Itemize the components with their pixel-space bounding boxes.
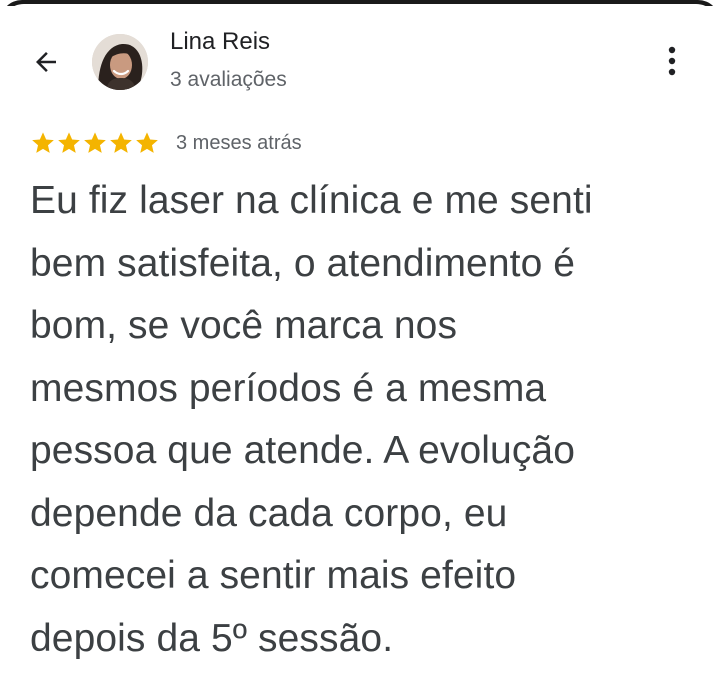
star-icon (110, 132, 132, 153)
star-icon (136, 132, 158, 153)
avatar-photo (92, 34, 148, 90)
review-screen: Lina Reis 3 avaliações 3 meses atrás Eu … (0, 0, 720, 696)
star-icon (84, 132, 106, 153)
top-edge-mask (0, 4, 720, 34)
review-text: Eu fiz laser na clínica e me senti bem sa… (30, 170, 706, 670)
star-icon (58, 132, 80, 153)
review-date: 3 meses atrás (176, 131, 302, 154)
arrow-left-icon (36, 52, 56, 72)
reviewer-review-count: 3 avaliações (170, 68, 287, 91)
reviewer-name[interactable]: Lina Reis (170, 28, 270, 56)
star-rating (30, 130, 160, 156)
review-text-line: Eu fiz laser na clínica e me senti (30, 179, 593, 222)
avatar[interactable] (92, 34, 148, 90)
more-vertical-icon (668, 46, 676, 76)
review-text-line: depende da cada corpo, eu (30, 491, 508, 535)
review-text-line: depois da 5º sessão. (30, 616, 394, 660)
review-text-line: bem satisfeita, o atendimento é (30, 241, 576, 285)
review-text-line: bom, se você marca nos (30, 304, 458, 347)
review-text-line: comecei a sentir mais efeito (30, 554, 517, 597)
review-text-line: mesmos períodos é a mesma (30, 366, 547, 410)
star-icon (32, 132, 54, 153)
rating-row: 3 meses atrás (30, 128, 302, 158)
more-options-button[interactable] (654, 40, 690, 82)
back-button[interactable] (26, 42, 66, 82)
review-text-line: pessoa que atende. A evolução (30, 429, 576, 472)
